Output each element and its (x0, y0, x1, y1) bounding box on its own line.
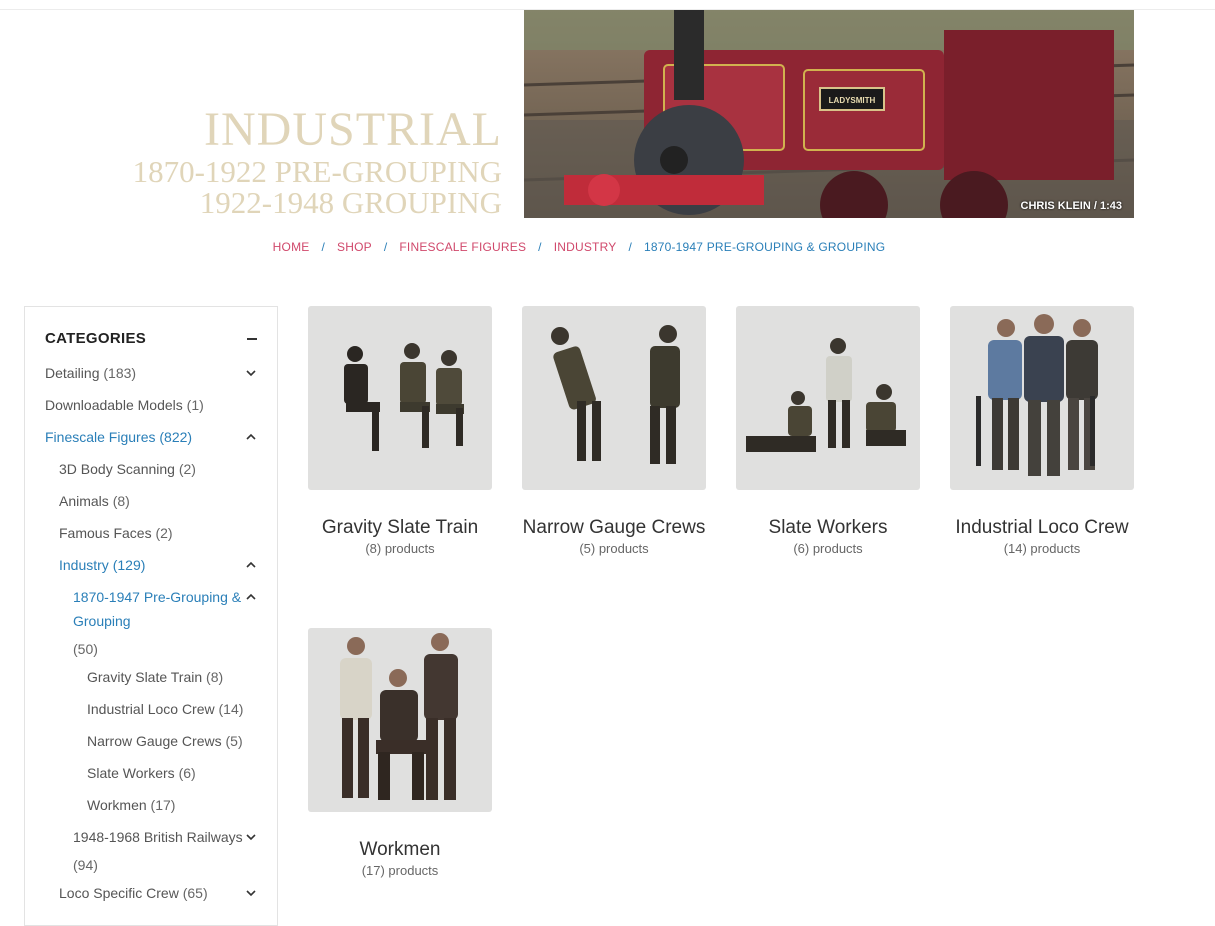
breadcrumb: HOME / SHOP / FINESCALE FIGURES / INDUSTRY/187… (272, 240, 886, 254)
product-thumbnail[interactable] (522, 306, 706, 490)
chevron-down-icon[interactable] (245, 887, 257, 899)
category-detailing[interactable]: Detailing (183) (45, 365, 136, 381)
product-card-slate-workers[interactable]: Slate Workers (6) products (736, 306, 920, 556)
category-workmen[interactable]: Workmen (17) (87, 797, 175, 813)
category-loco-specific-crew[interactable]: Loco Specific Crew (65) (59, 885, 208, 901)
chevron-up-icon[interactable] (245, 591, 257, 603)
photo-credit: CHRIS KLEIN / 1:43 (1020, 200, 1122, 212)
breadcrumb-finescale-figures[interactable]: FINESCALE FIGURES (399, 240, 526, 254)
hero-subtitle-2: 1922-1948 GROUPING (199, 185, 502, 220)
product-name[interactable]: Gravity Slate Train (308, 514, 492, 541)
hero-title-block: INDUSTRIAL 1870-1922 PRE-GROUPING 1922-1… (132, 103, 502, 220)
category-animals[interactable]: Animals (8) (59, 493, 130, 509)
category-industry[interactable]: Industry (129) (59, 557, 145, 573)
chevron-down-icon[interactable] (245, 367, 257, 379)
product-count: (14) products (1003, 541, 1081, 556)
product-name[interactable]: Workmen (308, 836, 492, 863)
product-card-workmen[interactable]: Workmen (17) products (308, 628, 492, 878)
product-card-industrial-loco-crew[interactable]: Industrial Loco Crew (14) products (950, 306, 1134, 556)
category-pre-grouping[interactable]: 1870-1947 Pre-Grouping & (73, 589, 241, 605)
breadcrumb-home[interactable]: HOME (273, 240, 310, 254)
category-slate-workers[interactable]: Slate Workers (6) (87, 765, 196, 781)
chevron-down-icon[interactable] (245, 831, 257, 843)
product-name[interactable]: Narrow Gauge Crews (522, 514, 706, 541)
categories-sidebar: CATEGORIES Detailing (183) Downloadable … (24, 306, 278, 926)
product-name[interactable]: Industrial Loco Crew (950, 514, 1134, 541)
category-famous-faces[interactable]: Famous Faces (2) (59, 525, 173, 541)
product-count: (17) products (361, 863, 439, 878)
category-pre-grouping-count: (50) (73, 641, 98, 657)
product-thumbnail[interactable] (308, 306, 492, 490)
collapse-minus-icon[interactable] (247, 338, 257, 340)
category-3d-body-scanning[interactable]: 3D Body Scanning (2) (59, 461, 196, 477)
category-industrial-loco-crew[interactable]: Industrial Loco Crew (14) (87, 701, 243, 717)
hero-loco-image: LADYSMITH CHRIS KLEIN / 1:43 (524, 10, 1134, 218)
product-card-gravity-slate-train[interactable]: Gravity Slate Train (8) products (308, 306, 492, 556)
breadcrumb-industry[interactable]: INDUSTRY (554, 240, 617, 254)
breadcrumb-current: 1870-1947 PRE-GROUPING & GROUPING (643, 240, 886, 254)
category-finescale-figures[interactable]: Finescale Figures (822) (45, 429, 192, 445)
hero-title: INDUSTRIAL (204, 103, 502, 156)
breadcrumb-shop[interactable]: SHOP (337, 240, 372, 254)
hero-subtitle-1: 1870-1922 PRE-GROUPING (132, 154, 502, 189)
product-count: (5) products (579, 541, 649, 556)
category-british-railways-count: (94) (73, 857, 98, 873)
category-pre-grouping-line2[interactable]: Grouping (73, 613, 131, 629)
category-gravity-slate-train[interactable]: Gravity Slate Train (8) (87, 669, 223, 685)
product-thumbnail[interactable] (736, 306, 920, 490)
product-count: (6) products (793, 541, 863, 556)
loco-nameplate: LADYSMITH (829, 96, 876, 105)
categories-title: CATEGORIES (45, 330, 147, 347)
category-narrow-gauge-crews[interactable]: Narrow Gauge Crews (5) (87, 733, 243, 749)
product-count: (8) products (365, 541, 435, 556)
chevron-up-icon[interactable] (245, 431, 257, 443)
category-downloadable-models[interactable]: Downloadable Models (1) (45, 397, 204, 413)
product-card-narrow-gauge-crews[interactable]: Narrow Gauge Crews (5) products (522, 306, 706, 556)
product-thumbnail[interactable] (308, 628, 492, 812)
chevron-up-icon[interactable] (245, 559, 257, 571)
product-thumbnail[interactable] (950, 306, 1134, 490)
category-british-railways[interactable]: 1948-1968 British Railways (73, 829, 243, 845)
product-name[interactable]: Slate Workers (736, 514, 920, 541)
